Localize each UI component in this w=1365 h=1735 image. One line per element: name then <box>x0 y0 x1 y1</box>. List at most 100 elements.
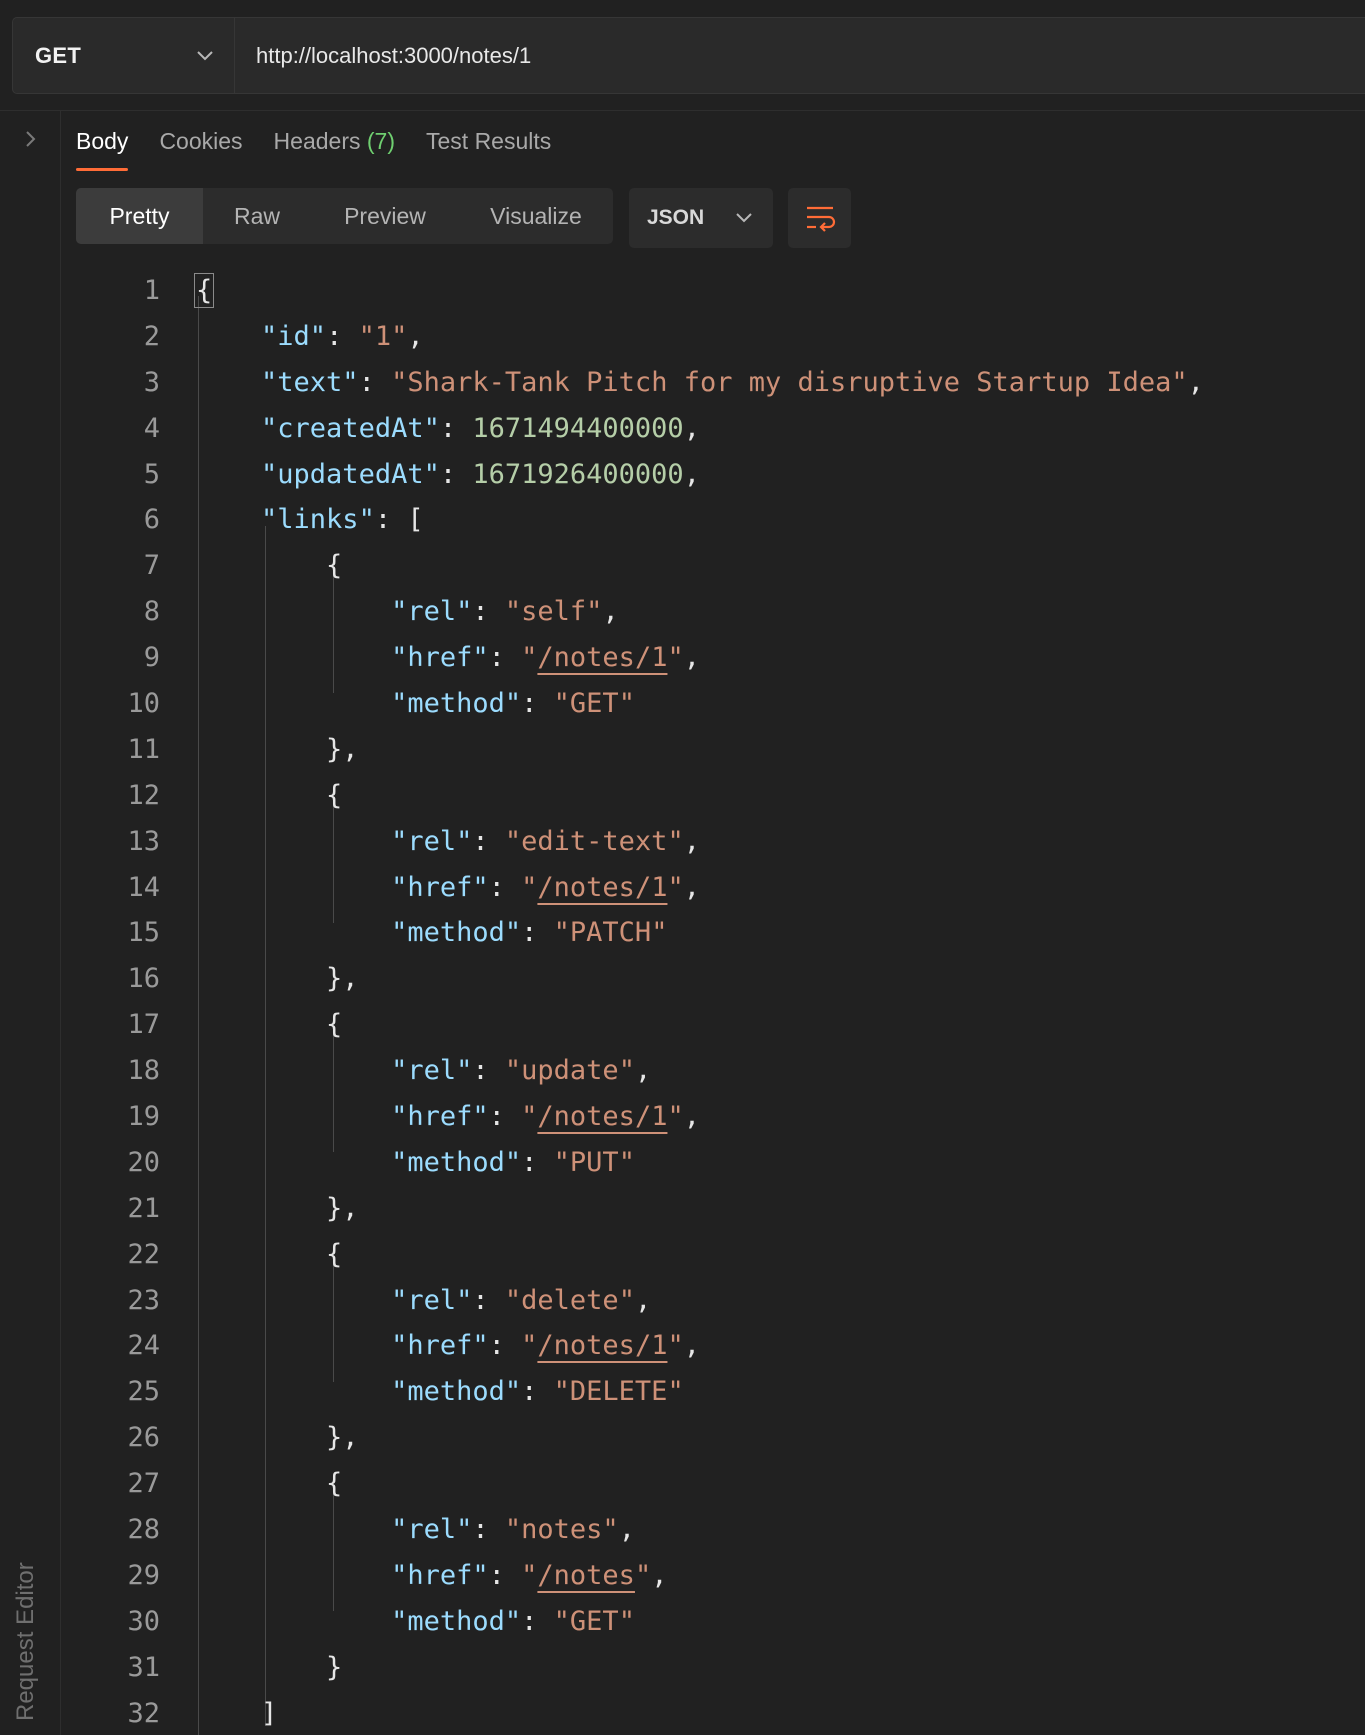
link-rel: delete <box>521 1284 619 1316</box>
link-method: PATCH <box>569 917 652 949</box>
line-number: 23 <box>127 1284 160 1316</box>
code-line: 14 "href": "/notes/1", <box>0 865 1365 911</box>
link-rel: self <box>521 596 587 628</box>
code-line: 30 "method": "GET" <box>0 1599 1365 1645</box>
code-line: 19 "href": "/notes/1", <box>0 1094 1365 1140</box>
view-mode-selector: Pretty Raw Preview Visualize <box>76 188 613 244</box>
code-line: 28 "rel": "notes", <box>0 1507 1365 1553</box>
code-line: 18 "rel": "update", <box>0 1048 1365 1094</box>
line-number: 19 <box>127 1101 160 1133</box>
tab-label: Cookies <box>159 128 243 154</box>
tab-cookies[interactable]: Cookies <box>159 120 242 172</box>
code-line: 20 "method": "PUT" <box>0 1140 1365 1186</box>
line-number: 32 <box>127 1697 160 1729</box>
code-line: 24 "href": "/notes/1", <box>0 1323 1365 1369</box>
line-number: 1 <box>143 275 160 306</box>
headers-count: (7) <box>366 128 395 154</box>
view-raw[interactable]: Raw <box>203 188 311 244</box>
line-number: 7 <box>143 550 160 582</box>
chevron-down-icon <box>197 50 213 60</box>
code-line: 26 }, <box>0 1415 1365 1461</box>
code-line: 23 "rel": "delete", <box>0 1278 1365 1324</box>
code-line: 22 { <box>0 1232 1365 1278</box>
line-number: 31 <box>127 1651 160 1683</box>
code-line: 2 "id": "1", <box>0 314 1365 360</box>
line-number: 25 <box>127 1376 160 1408</box>
tab-body[interactable]: Body <box>76 120 129 172</box>
id-value: 1 <box>374 320 392 352</box>
link-method: GET <box>569 688 619 720</box>
method-label: GET <box>35 42 82 68</box>
code-line: 15 "method": "PATCH" <box>0 910 1365 956</box>
tab-headers[interactable]: Headers (7) <box>274 120 395 172</box>
code-line: 21 }, <box>0 1186 1365 1232</box>
code-line: 9 "href": "/notes/1", <box>0 635 1365 681</box>
tab-test-results[interactable]: Test Results <box>426 120 551 172</box>
code-line: 6 "links": [ <box>0 497 1365 543</box>
code-line: 7 { <box>0 543 1365 589</box>
tab-label: Test Results <box>426 128 552 154</box>
link-method: DELETE <box>569 1376 668 1408</box>
line-number: 18 <box>127 1055 160 1087</box>
tab-label: Body <box>76 128 129 154</box>
line-number: 26 <box>127 1422 160 1454</box>
link-href[interactable]: /notes/1 <box>537 1101 667 1132</box>
code-line: 8 "rel": "self", <box>0 589 1365 635</box>
updated-at-value: 1671926400000 <box>472 458 684 490</box>
code-line: 10 "method": "GET" <box>0 681 1365 727</box>
response-body-code[interactable]: 1{ 2 "id": "1", 3 "text": "Shark-Tank Pi… <box>0 268 1365 1735</box>
link-href[interactable]: /notes/1 <box>537 1330 667 1361</box>
code-line: 32 ] <box>0 1691 1365 1735</box>
method-select[interactable]: GET <box>13 18 235 93</box>
code-line: 17 { <box>0 1002 1365 1048</box>
line-number: 21 <box>127 1192 160 1224</box>
line-number: 9 <box>143 642 160 674</box>
link-href[interactable]: /notes/1 <box>537 872 667 903</box>
created-at-value: 1671494400000 <box>472 412 684 444</box>
wrap-lines-button[interactable] <box>788 188 851 248</box>
divider <box>0 110 1365 111</box>
line-number: 14 <box>127 871 160 903</box>
link-href[interactable]: /notes <box>537 1560 635 1591</box>
line-number: 27 <box>127 1468 160 1500</box>
code-line: 3 "text": "Shark-Tank Pitch for my disru… <box>0 360 1365 406</box>
chevron-down-icon <box>736 213 752 223</box>
line-number: 30 <box>127 1605 160 1637</box>
text-value: Shark-Tank Pitch for my disruptive Start… <box>407 366 1172 398</box>
line-number: 15 <box>127 917 160 949</box>
code-line: 27 { <box>0 1461 1365 1507</box>
line-number: 16 <box>127 963 160 995</box>
code-line: 29 "href": "/notes", <box>0 1553 1365 1599</box>
link-rel: notes <box>521 1514 603 1546</box>
url-input[interactable]: http://localhost:3000/notes/1 <box>235 18 1365 93</box>
code-line: 5 "updatedAt": 1671926400000, <box>0 452 1365 498</box>
line-number: 13 <box>127 825 160 857</box>
tab-label: Headers <box>273 128 361 154</box>
link-rel: update <box>521 1055 619 1087</box>
line-number: 5 <box>143 458 160 490</box>
format-select[interactable]: JSON <box>629 188 773 248</box>
line-number: 10 <box>127 688 160 720</box>
code-line: 25 "method": "DELETE" <box>0 1369 1365 1415</box>
line-number: 12 <box>127 779 160 811</box>
line-number: 8 <box>143 596 160 628</box>
line-number: 20 <box>127 1146 160 1178</box>
line-number: 4 <box>143 412 160 444</box>
view-pretty[interactable]: Pretty <box>76 188 203 244</box>
code-line: 12 { <box>0 773 1365 819</box>
link-href[interactable]: /notes/1 <box>537 642 667 673</box>
line-number: 17 <box>127 1009 160 1041</box>
line-number: 28 <box>127 1514 160 1546</box>
request-bar: GET http://localhost:3000/notes/1 <box>12 17 1365 94</box>
code-line: 1{ <box>0 268 1365 314</box>
link-method: GET <box>569 1605 619 1637</box>
line-number: 2 <box>143 320 160 352</box>
wrap-lines-icon <box>806 206 835 232</box>
line-number: 6 <box>143 504 160 536</box>
view-visualize[interactable]: Visualize <box>459 188 613 244</box>
code-line: 11 }, <box>0 727 1365 773</box>
chevron-right-icon[interactable] <box>20 129 40 149</box>
line-number: 24 <box>127 1330 160 1362</box>
view-preview[interactable]: Preview <box>311 188 459 244</box>
response-tabs: Body Cookies Headers (7) Test Results <box>76 120 582 172</box>
